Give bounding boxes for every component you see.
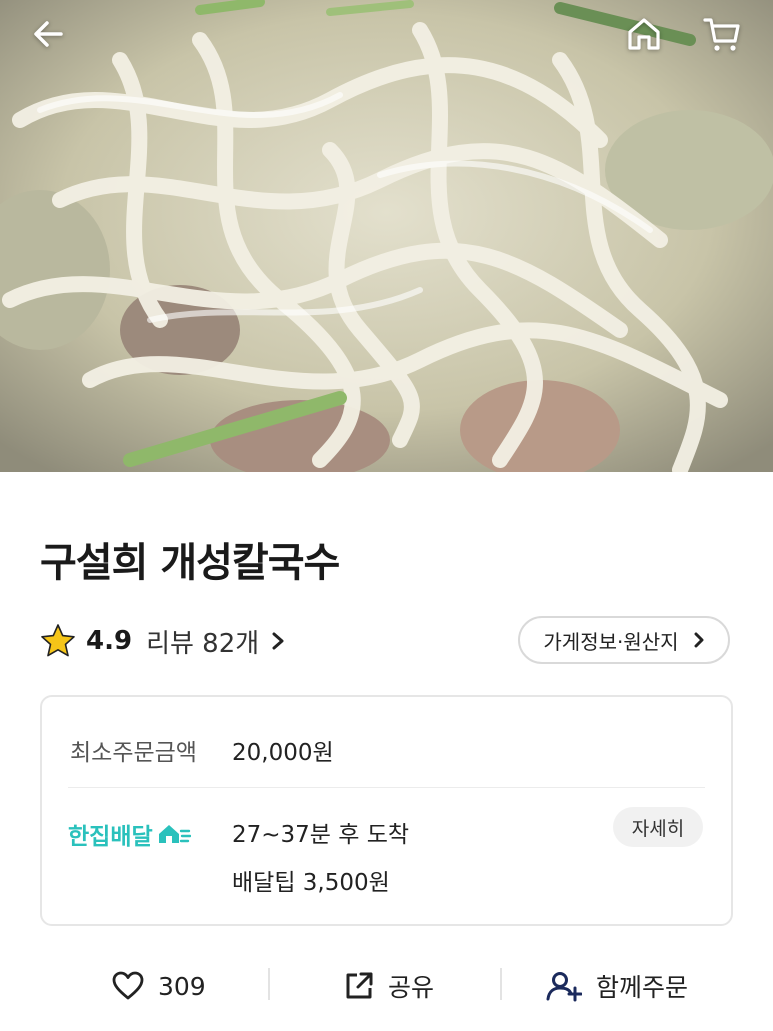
order-info-card: 최소주문금액 20,000원 한집배달 27~37분 후 도착 배달팁 3,50… xyxy=(40,695,733,926)
chevron-right-icon xyxy=(694,632,704,648)
cart-button[interactable] xyxy=(700,12,744,56)
chevron-right-icon xyxy=(272,632,284,650)
store-info-origin-button[interactable]: 가게정보·원산지 xyxy=(518,616,730,664)
min-order-value: 20,000원 xyxy=(232,740,334,766)
home-icon xyxy=(628,18,660,50)
action-divider xyxy=(268,968,270,1000)
home-button[interactable] xyxy=(622,12,666,56)
review-link[interactable]: 리뷰 82개 xyxy=(146,623,285,660)
share-label: 공유 xyxy=(388,973,435,1002)
cart-icon xyxy=(703,18,740,51)
group-order-button[interactable]: 함께주문 xyxy=(546,960,688,1012)
action-divider xyxy=(500,968,502,1000)
back-button[interactable] xyxy=(26,12,70,56)
rating-row: 4.9 리뷰 82개 xyxy=(40,618,285,664)
add-person-icon xyxy=(546,972,582,1002)
card-divider xyxy=(68,787,705,788)
review-count-label: 리뷰 82개 xyxy=(146,628,260,659)
share-icon xyxy=(346,972,373,999)
store-name: 구설희 개성칼국수 xyxy=(40,540,340,586)
delivery-eta: 27~37분 후 도착 xyxy=(232,822,410,848)
like-count: 309 xyxy=(158,971,206,1001)
delivery-detail-button[interactable]: 자세히 xyxy=(613,807,703,847)
delivery-type-badge: 한집배달 xyxy=(68,817,191,851)
delivery-type-label: 한집배달 xyxy=(68,824,153,850)
heart-icon xyxy=(112,971,144,1000)
star-icon xyxy=(41,624,75,657)
rating-value: 4.9 xyxy=(86,626,133,656)
action-bar: 309 공유 함께주문 xyxy=(0,960,773,1012)
delivery-tip: 배달팁 3,500원 xyxy=(232,870,390,896)
fast-home-delivery-icon xyxy=(158,825,191,843)
share-button[interactable]: 공유 xyxy=(344,960,434,1012)
like-button[interactable]: 309 xyxy=(112,960,206,1012)
noodle-soup-photo xyxy=(0,0,773,472)
store-info-label: 가게정보·원산지 xyxy=(543,629,679,654)
store-hero-image xyxy=(0,0,773,472)
group-order-label: 함께주문 xyxy=(596,973,689,1002)
min-order-label: 최소주문금액 xyxy=(70,740,197,766)
arrow-left-icon xyxy=(34,21,63,47)
